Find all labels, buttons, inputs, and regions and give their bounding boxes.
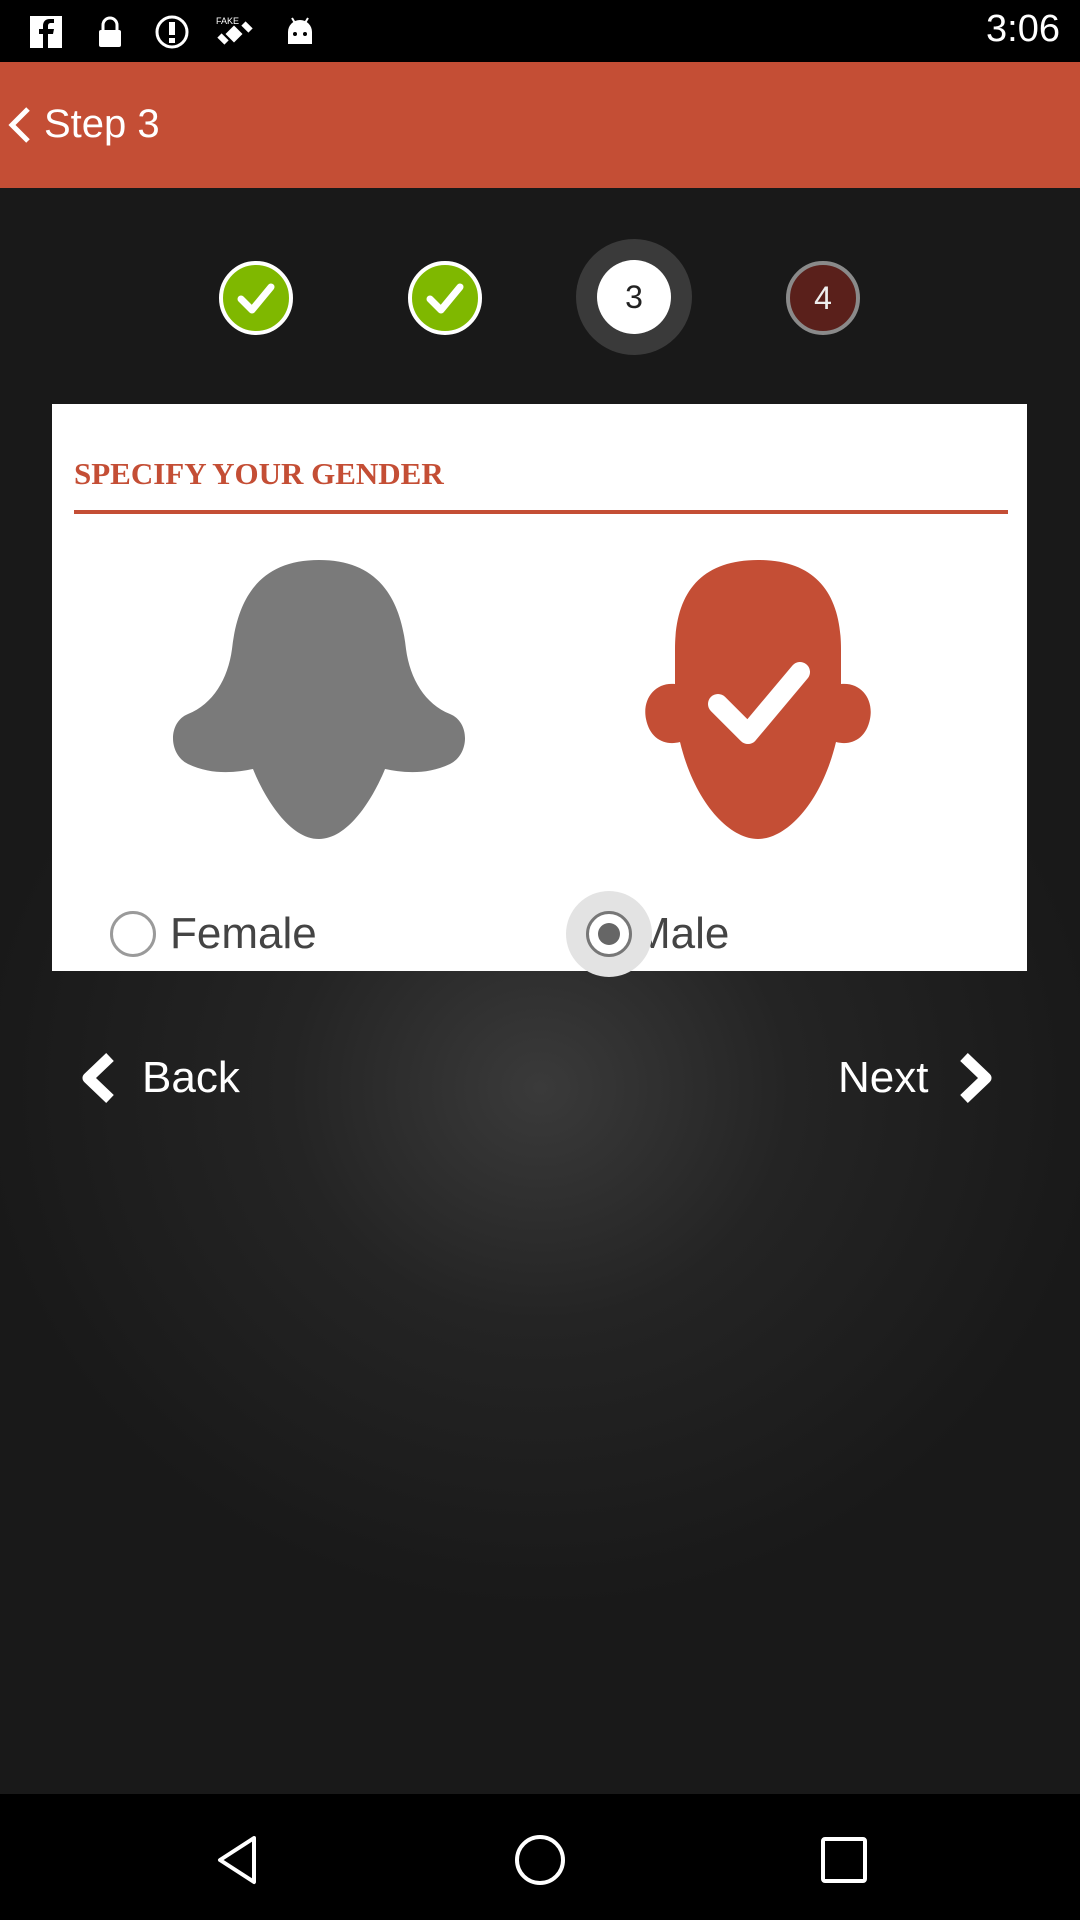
female-silhouette-icon[interactable] [168,554,470,844]
back-button[interactable]: Back [76,1048,240,1108]
female-label[interactable]: Female [170,909,317,959]
next-label: Next [838,1053,929,1102]
check-icon [426,283,464,314]
male-silhouette-check-icon[interactable] [640,554,876,844]
step-4-label: 4 [786,261,860,335]
page-title[interactable]: Step 3 [44,102,160,147]
card-divider [74,510,1008,514]
chevron-left-icon[interactable] [6,105,32,145]
status-bar: FAKE 3:06 [0,0,1080,62]
step-3-current: 3 [576,239,692,355]
male-radio[interactable] [586,911,632,957]
radio-dot [598,923,620,945]
lock-icon [99,16,121,47]
check-icon [237,283,275,314]
home-circle-icon[interactable] [510,1830,570,1890]
back-triangle-icon[interactable] [208,1830,268,1890]
step-3-label: 3 [597,260,671,334]
satellite-icon: FAKE [216,16,253,45]
android-icon [288,17,312,44]
app-bar: Step 3 [0,62,1080,188]
recents-square-icon[interactable] [814,1830,874,1890]
step-1-complete [219,261,293,335]
status-time: 3:06 [986,8,1060,50]
chevron-left-icon [82,1053,114,1103]
card-title: SPECIFY YOUR GENDER [74,456,444,491]
back-label: Back [142,1053,240,1102]
system-nav-bar [0,1794,1080,1920]
next-button[interactable]: Next [838,1048,998,1108]
facebook-icon [30,16,62,48]
chevron-right-icon [960,1053,992,1103]
alert-icon [155,15,189,49]
gender-card: SPECIFY YOUR GENDER Female Male [52,404,1027,977]
female-option[interactable]: Female [110,904,317,964]
svg-text:FAKE: FAKE [216,16,239,26]
main-content: 3 4 SPECIFY YOUR GENDER Female Male Back… [0,188,1080,1794]
female-radio[interactable] [110,911,156,957]
step-2-complete [408,261,482,335]
male-option[interactable]: Male [566,891,729,977]
